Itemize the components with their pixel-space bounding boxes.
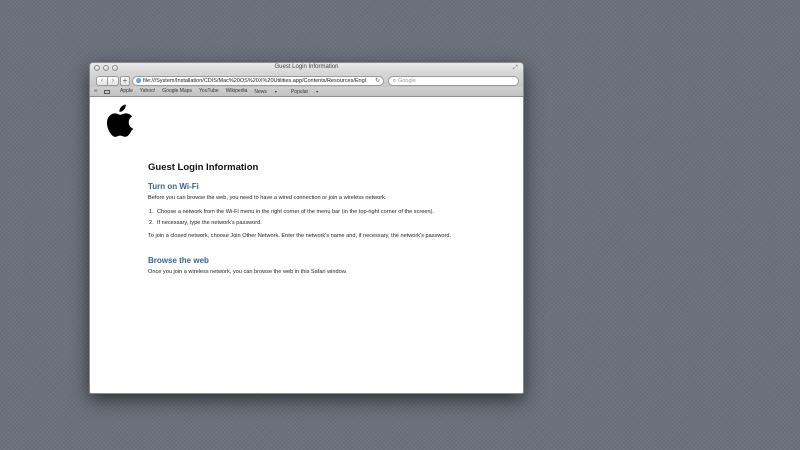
bookmark-popular-menu[interactable]: Popular ▾ [291,87,325,97]
closed-network-note: To join a closed network, choose Join Ot… [148,232,451,239]
window-title: Guest Login Information [274,64,339,70]
bookmark-news-menu[interactable]: News ▾ [254,87,284,97]
page-content: Guest Login Information Turn on Wi-Fi Be… [90,97,523,392]
caret-down-icon: ▾ [274,89,277,94]
list-item: 2. If necessary, type the network's passw… [148,220,518,226]
reading-list-icon[interactable]: ∞ [94,87,98,96]
step-number: 2. [149,219,154,226]
step-number: 1. [149,209,154,215]
caret-down-icon: ▾ [316,89,319,94]
wifi-intro-text: Before you can browse the web, you need … [148,195,387,201]
back-button[interactable]: ‹ [96,76,108,86]
top-sites-icon[interactable] [103,89,110,94]
safari-window: Guest Login Information ⤢ ‹ › + file:///… [89,62,524,394]
chevron-left-icon: ‹ [101,78,103,84]
fullscreen-icon[interactable]: ⤢ [513,65,519,71]
search-field[interactable]: ⌕ Google [388,76,519,86]
bookmark-news-label: News [254,89,267,95]
section-heading-wifi: Turn on Wi-Fi [148,182,199,191]
back-forward-buttons: ‹ › [96,76,119,86]
add-bookmark-button[interactable]: + [120,76,130,86]
bookmark-popular-label: Popular [290,89,309,95]
globe-icon [136,78,141,84]
bookmark-wikipedia[interactable]: Wikipedia [226,87,248,97]
bookmark-apple[interactable]: Apple [120,87,133,97]
section-heading-browse: Browse the web [148,255,209,265]
wifi-steps-list: 1. Choose a network from the Wi-Fi menu i… [148,209,518,226]
bookmarks-bar: ∞ Apple Yahoo! Google Maps YouTube Wikip… [90,87,523,97]
chevron-right-icon: › [112,78,114,84]
bookmark-links: Apple Yahoo! Google Maps YouTube Wikiped… [120,87,332,97]
bookmark-google-maps[interactable]: Google Maps [162,87,192,97]
apple-logo [107,104,133,137]
reload-icon[interactable]: ↻ [372,77,380,85]
search-icon: ⌕ [393,78,397,84]
title-bar[interactable]: Guest Login Information ⤢ [90,63,523,74]
bookmark-tools: ∞ [94,87,110,96]
forward-button[interactable]: › [108,76,119,86]
step-text: If necessary, type the network's passwor… [157,219,262,226]
toolbar: ‹ › + file:///System/Installation/CDIS/M… [90,74,523,87]
step-text: Choose a network from the Wi-Fi menu in … [157,209,435,215]
document: Guest Login Information Turn on Wi-Fi Be… [148,162,518,283]
bookmark-youtube[interactable]: YouTube [199,87,219,97]
page-title: Guest Login Information [148,162,259,173]
search-placeholder: Google [398,78,416,84]
address-text: file:///System/Installation/CDIS/Mac%20O… [143,78,366,84]
browse-text: Once you join a wireless network, you ca… [148,268,347,275]
address-bar[interactable]: file:///System/Installation/CDIS/Mac%20O… [132,76,384,86]
bookmark-yahoo[interactable]: Yahoo! [140,87,155,97]
list-item: 1. Choose a network from the Wi-Fi menu i… [148,209,518,215]
